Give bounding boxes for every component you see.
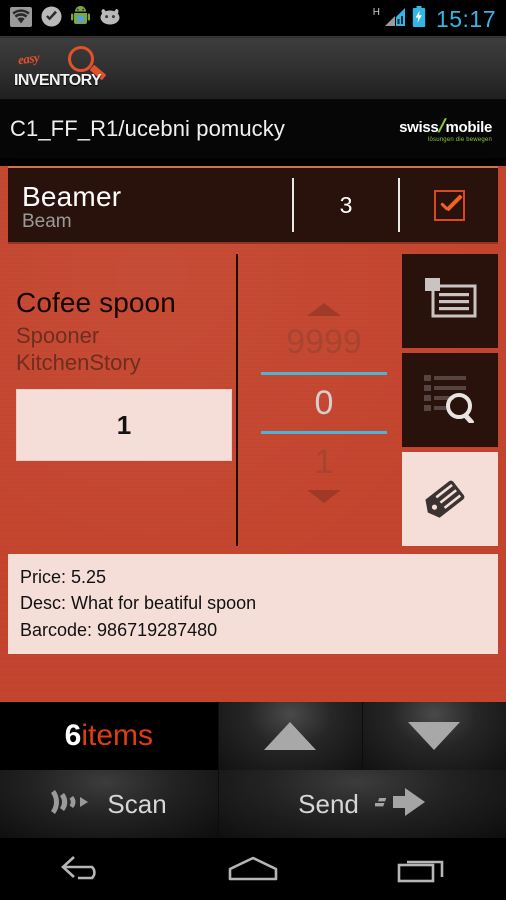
vertical-divider (236, 254, 238, 546)
send-button[interactable]: Send (219, 770, 506, 838)
selected-product-title: Beamer (22, 180, 122, 212)
breadcrumb-bar: C1_FF_R1/ucebni pomucky swiss/mobile lös… (0, 100, 506, 158)
scan-button[interactable]: Scan (0, 770, 220, 838)
nav-back-button[interactable] (0, 853, 169, 890)
previous-item-button[interactable] (218, 702, 363, 770)
main-content: Beamer Beam 3 Cofee spoon Spooner Kitche… (0, 166, 506, 700)
brand-word-mobile: mobile (445, 118, 492, 136)
nav-recents-button[interactable] (337, 853, 506, 890)
brand-word-swiss: swiss (399, 118, 439, 136)
item-count-label: items (81, 719, 153, 752)
send-label: Send (298, 788, 359, 819)
item-count: 6 items (65, 719, 153, 753)
detail-price: Price: 5.25 (20, 567, 107, 587)
item-count-number: 6 (64, 719, 82, 752)
check-circle-icon (41, 6, 62, 32)
product-line-1: Spooner (16, 323, 100, 349)
product-name: Cofee spoon (16, 287, 176, 318)
item-count-cell: 6 items (0, 702, 219, 770)
app-bar: easy INVENTORY (0, 38, 506, 100)
scan-label: Scan (107, 788, 167, 819)
logo-easy-text: easy (16, 49, 40, 67)
recents-icon (395, 853, 449, 890)
list-search-button[interactable] (402, 353, 498, 447)
picker-decrement-arrow-icon[interactable] (307, 489, 341, 503)
arrow-up-icon (264, 722, 317, 750)
product-info: Cofee spoon Spooner KitchenStory 1 (8, 254, 232, 546)
selected-product-subtitle: Beam (22, 211, 72, 233)
selected-product-row[interactable]: Beamer Beam 3 (8, 166, 498, 244)
network-type-label: H (372, 6, 380, 18)
status-clock: 15:17 (435, 5, 496, 32)
product-line-2: KitchenStory (16, 350, 141, 376)
tag-edit-icon (423, 472, 477, 527)
selected-product-quantity: 3 (339, 191, 353, 218)
note-card-icon (422, 275, 478, 328)
signal-bars-icon (384, 7, 406, 32)
quantity-input[interactable]: 1 (16, 389, 232, 462)
picker-value-selected[interactable]: 0 (315, 381, 334, 425)
action-button-column (402, 254, 498, 546)
android-robot-icon (71, 6, 90, 32)
battery-charging-icon (412, 6, 426, 32)
note-card-button[interactable] (402, 254, 498, 348)
app-logo[interactable]: easy INVENTORY (12, 45, 108, 92)
picker-increment-arrow-icon[interactable] (307, 303, 341, 317)
swissmobile-logo: swiss/mobile lösungen die bewegen (399, 116, 496, 143)
jellybean-face-icon (99, 8, 121, 30)
back-icon (58, 853, 110, 890)
arrow-down-icon (408, 722, 461, 750)
tag-edit-button[interactable] (402, 452, 498, 546)
product-editor: Cofee spoon Spooner KitchenStory 1 9999 … (8, 254, 498, 546)
picker-divider-bottom (261, 431, 387, 435)
phone-screen: H 15:17 easy INVENTORY C1_FF_R1/ucebni p… (0, 0, 506, 900)
quantity-stepper[interactable]: 9999 0 1 (248, 254, 400, 546)
status-bar: H 15:17 (0, 0, 506, 38)
picker-divider-top (261, 371, 387, 375)
home-icon (224, 853, 282, 890)
status-system-icons: H 15:17 (371, 6, 496, 33)
logo-inventory-text: INVENTORY (14, 71, 102, 89)
nav-home-button[interactable] (169, 853, 338, 890)
list-search-icon (422, 373, 478, 428)
detail-description: Desc: What for beatiful spoon (20, 593, 257, 614)
toolbar-row-bottom: Scan Send (0, 770, 506, 838)
next-item-button[interactable] (362, 702, 506, 770)
android-nav-bar (0, 836, 506, 900)
detail-barcode: Barcode: 986719287480 (20, 619, 218, 640)
picker-value-below[interactable]: 1 (315, 440, 334, 486)
picker-value-above[interactable]: 9999 (286, 320, 362, 366)
scan-wave-icon (51, 786, 91, 823)
product-details-panel: Price: 5.25 Desc: What for beatiful spoo… (8, 554, 498, 655)
send-arrow-icon (371, 785, 427, 824)
wifi-icon (10, 6, 32, 32)
status-notification-icons (10, 6, 121, 32)
bottom-toolbar: 6 items Scan Send (0, 700, 506, 838)
toolbar-row-top: 6 items (0, 702, 506, 770)
selected-product-checkbox-cell[interactable] (400, 168, 498, 242)
selected-product-names: Beamer Beam (8, 168, 292, 242)
checkbox-checked-icon[interactable] (433, 189, 465, 221)
breadcrumb[interactable]: C1_FF_R1/ucebni pomucky (10, 116, 285, 142)
